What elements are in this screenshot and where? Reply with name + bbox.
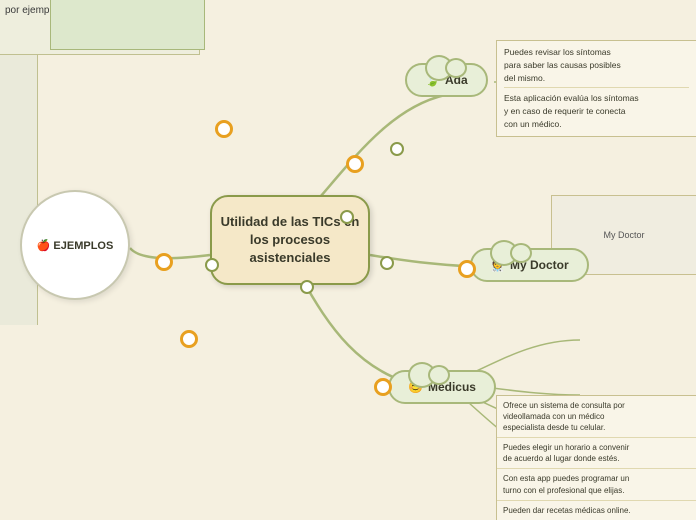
medicus-cloud: 😊 Medicus: [388, 370, 496, 404]
examples-node[interactable]: 🍎 EJEMPLOS: [20, 190, 130, 300]
dot-3: [380, 256, 394, 270]
mydoctor-label: My Doctor: [510, 258, 569, 272]
ada-icon: 🍃: [425, 73, 440, 87]
orange-dot-5: [458, 260, 476, 278]
dot-2: [390, 142, 404, 156]
top-green-box: [50, 0, 205, 50]
examples-icon: 🍎: [37, 240, 54, 252]
medicus-info-3: Con esta app puedes programar unturno co…: [497, 469, 696, 500]
medicus-info-4: Pueden dar recetas médicas online.: [497, 501, 696, 520]
medicus-info-panel: Ofrece un sistema de consulta porvideoll…: [496, 395, 696, 520]
dot-5: [205, 258, 219, 272]
orange-dot-1: [215, 120, 233, 138]
examples-label: 🍎 EJEMPLOS: [37, 239, 114, 252]
ada-node[interactable]: 🍃 Ada: [405, 63, 488, 97]
central-label: Utilidad de las TICs enlos procesosasist…: [221, 213, 360, 268]
orange-dot-2: [155, 253, 173, 271]
left-strip: [0, 55, 38, 325]
ada-info-panel: Puedes revisar los síntomaspara saber la…: [496, 40, 696, 137]
ada-info-2: Esta aplicación evalúa los síntomasy en …: [504, 92, 689, 130]
mydoctor-cloud: 🧑‍⚕️ My Doctor: [470, 248, 589, 282]
central-node[interactable]: Utilidad de las TICs enlos procesosasist…: [210, 195, 370, 285]
ada-cloud: 🍃 Ada: [405, 63, 488, 97]
medicus-info-2: Puedes elegir un horario a convenirde ac…: [497, 438, 696, 469]
orange-dot-6: [374, 378, 392, 396]
ada-info-1: Puedes revisar los síntomaspara saber la…: [504, 46, 689, 88]
mydoctor-info-label: My Doctor: [603, 230, 644, 240]
medicus-info-1: Ofrece un sistema de consulta porvideoll…: [497, 396, 696, 439]
medicus-label: Medicus: [428, 380, 476, 394]
mind-map-canvas: por ejemplo: 🍎 EJEMPLOS Utilidad de las …: [0, 0, 696, 520]
orange-dot-4: [346, 155, 364, 173]
mydoctor-node[interactable]: 🧑‍⚕️ My Doctor: [470, 248, 589, 282]
medicus-icon: 😊: [408, 380, 423, 394]
mydoctor-icon: 🧑‍⚕️: [490, 258, 505, 272]
medicus-node[interactable]: 😊 Medicus: [388, 370, 496, 404]
dot-1: [340, 210, 354, 224]
orange-dot-3: [180, 330, 198, 348]
dot-4: [300, 280, 314, 294]
ada-label: Ada: [445, 73, 468, 87]
